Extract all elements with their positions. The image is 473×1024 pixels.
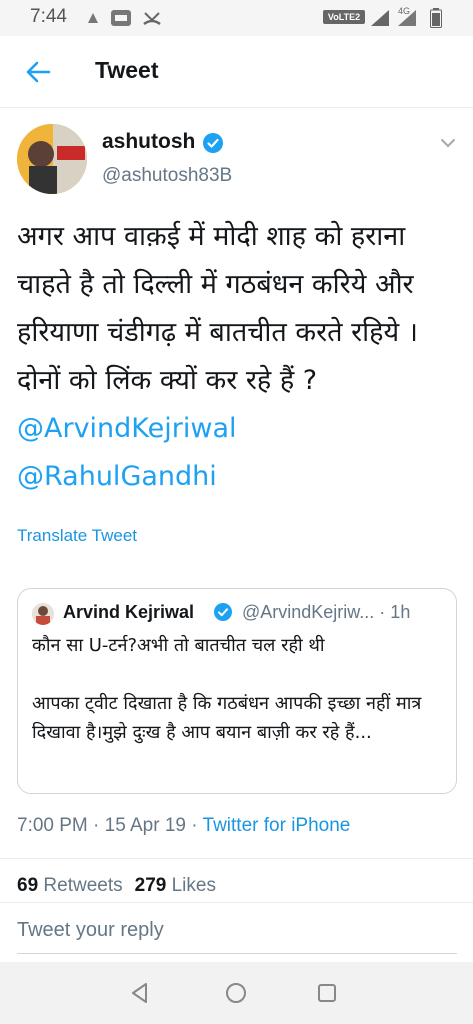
app-notification-icon <box>111 10 131 26</box>
missed-call-icon <box>143 12 161 26</box>
likes-stat[interactable]: 279 Likes <box>135 875 216 896</box>
arrow-left-icon[interactable] <box>24 58 52 86</box>
quoted-author-name: Arvind Kejriwal <box>63 602 195 622</box>
quoted-text: कौन सा U-टर्न?अभी तो बातचीत चल रही थी आप… <box>32 635 422 743</box>
tweet-stats: 69 Retweets 279 Likes <box>17 875 216 897</box>
circle-home-icon[interactable] <box>223 980 249 1006</box>
author-name[interactable]: ashutosh <box>102 130 195 154</box>
likes-count: 279 <box>134 875 167 896</box>
timestamp-text: 7:00 PM · 15 Apr 19 · <box>17 815 203 836</box>
battery-icon <box>430 8 442 28</box>
quoted-author-avatar <box>32 603 54 625</box>
mention-link[interactable]: @RahulGandhi <box>17 461 217 492</box>
signal-icon <box>371 10 389 26</box>
author-handle[interactable]: @ashutosh83B <box>102 165 232 187</box>
signal-4g-icon <box>398 10 416 26</box>
divider <box>0 858 473 859</box>
verified-badge-icon <box>203 133 223 153</box>
chevron-down-icon[interactable] <box>440 137 456 149</box>
retweets-stat[interactable]: 69 Retweets <box>17 875 123 896</box>
app-header: Tweet <box>0 36 473 108</box>
tweet-timestamp: 7:00 PM · 15 Apr 19 · Twitter for iPhone <box>17 815 350 837</box>
notification-icon <box>88 13 98 23</box>
reply-input[interactable]: Tweet your reply <box>17 919 164 942</box>
tweet-text: अगर आप वाक़ई में मोदी शाह को हराना चाहते… <box>17 213 462 501</box>
verified-badge-icon <box>214 603 232 621</box>
avatar-image <box>32 603 54 625</box>
author-avatar[interactable] <box>17 124 87 194</box>
triangle-back-icon[interactable] <box>127 980 153 1006</box>
page-title: Tweet <box>95 57 159 83</box>
reply-underline <box>17 953 457 954</box>
retweets-count: 69 <box>17 875 39 896</box>
system-nav-bar <box>0 962 473 1024</box>
source-link[interactable]: Twitter for iPhone <box>203 815 351 836</box>
status-bar: 7:44 VoLTE2 4G <box>0 0 473 36</box>
volte-badge: VoLTE2 <box>323 10 365 24</box>
square-recents-icon[interactable] <box>314 980 340 1006</box>
translate-tweet-link[interactable]: Translate Tweet <box>17 526 137 546</box>
retweets-label: Retweets <box>43 875 123 896</box>
reply-bar: Tweet your reply <box>0 902 473 962</box>
mention-link[interactable]: @ArvindKejriwal <box>17 413 237 444</box>
quoted-meta: @ArvindKejriw... · 1h <box>242 602 411 622</box>
tweet-body: अगर आप वाक़ई में मोदी शाह को हराना चाहते… <box>17 221 418 396</box>
likes-label: Likes <box>171 875 216 896</box>
avatar-image <box>17 124 87 194</box>
quoted-tweet-card[interactable]: Arvind Kejriwal @ArvindKejriw... · 1h कौ… <box>17 588 457 794</box>
status-time: 7:44 <box>30 6 67 27</box>
